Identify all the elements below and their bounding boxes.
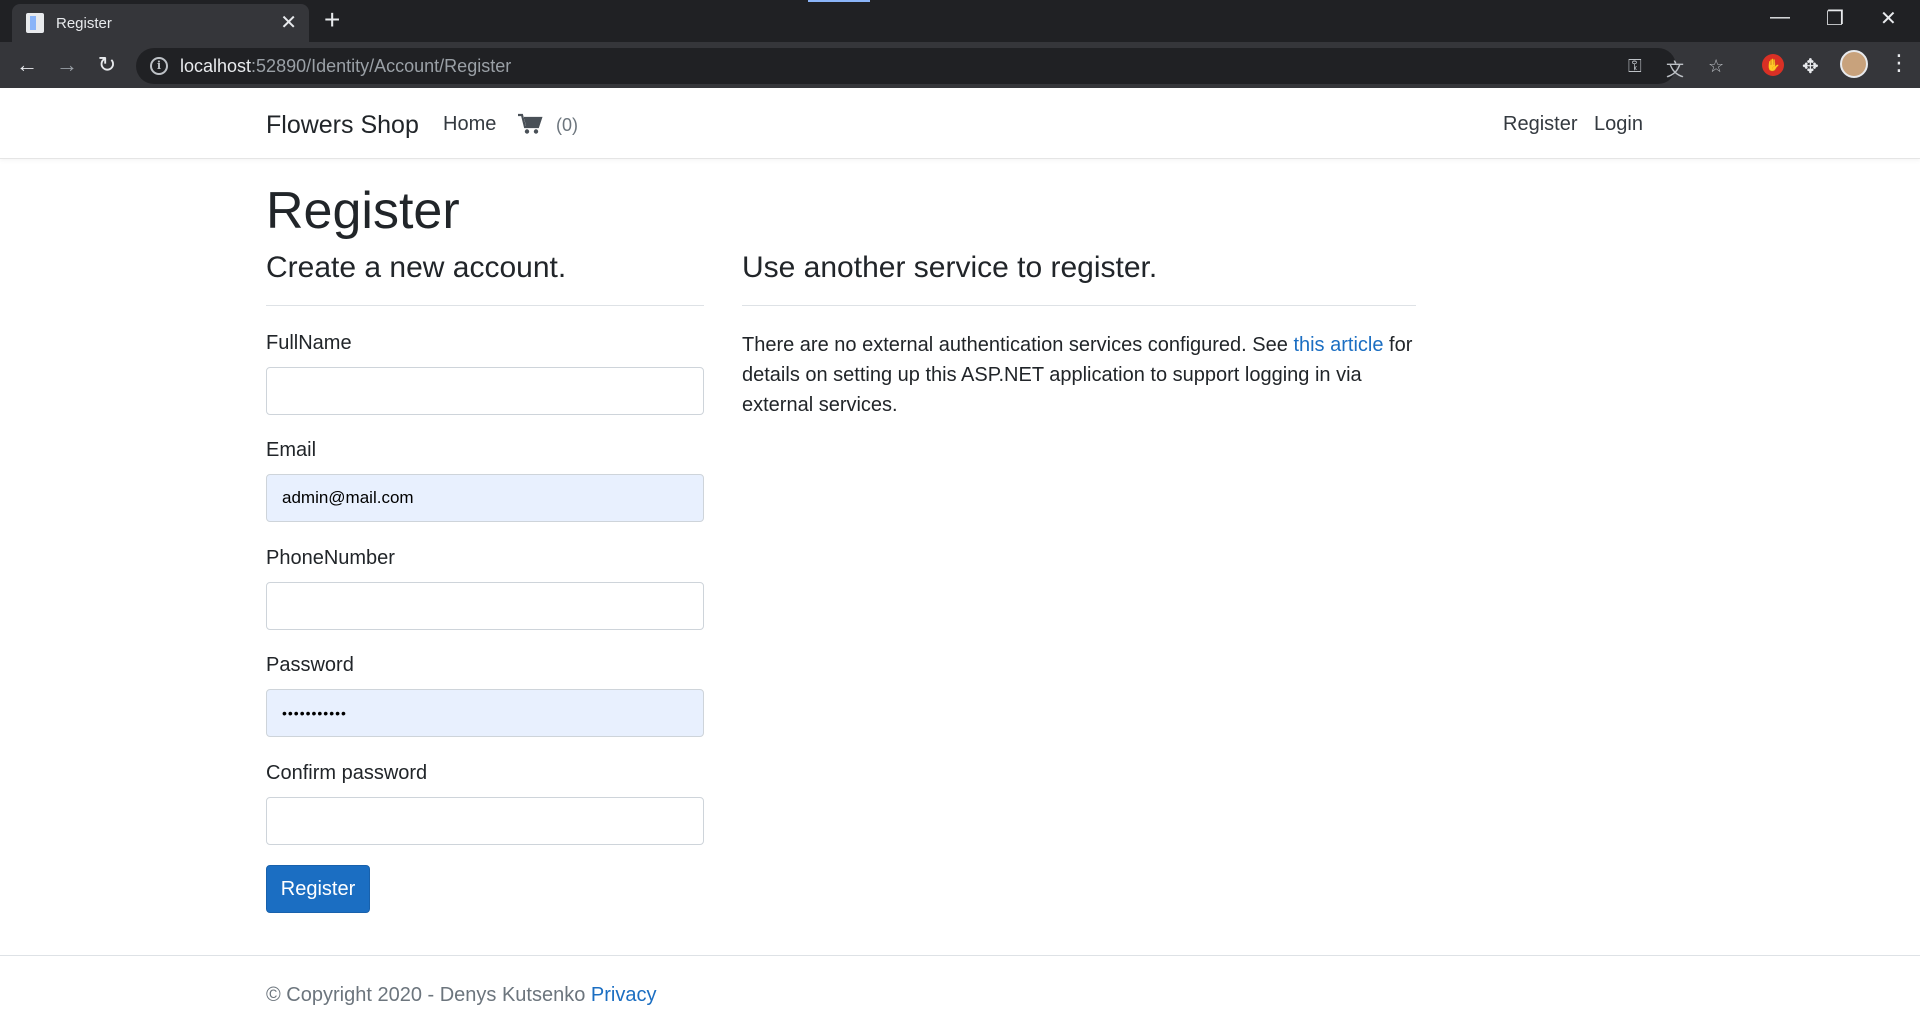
minimize-icon[interactable]: — xyxy=(1770,6,1790,29)
reload-icon[interactable]: ↻ xyxy=(92,52,122,78)
site-navbar: Flowers Shop Home (0) Register Login xyxy=(0,89,1920,159)
password-input[interactable] xyxy=(266,689,704,737)
brand-logo-link[interactable]: Flowers Shop xyxy=(266,111,419,140)
footer-copyright: © Copyright 2020 - Denys Kutsenko Privac… xyxy=(266,984,656,1007)
external-services-message: There are no external authentication ser… xyxy=(742,330,1414,420)
right-divider xyxy=(742,305,1416,306)
profile-avatar[interactable] xyxy=(1840,50,1868,78)
browser-tab[interactable]: Register ✕ xyxy=(12,4,309,42)
translate-icon[interactable]: 文 xyxy=(1666,56,1684,82)
nav-home-link[interactable]: Home xyxy=(443,113,496,136)
forward-icon[interactable]: → xyxy=(52,52,82,78)
password-label: Password xyxy=(266,654,354,676)
nav-login-link[interactable]: Login xyxy=(1594,113,1643,136)
email-input[interactable] xyxy=(266,474,704,522)
shopping-cart-icon[interactable] xyxy=(517,113,543,135)
fullname-label: FullName xyxy=(266,332,352,354)
extension-hand-icon[interactable]: ✋ xyxy=(1762,54,1784,76)
page-title: Register xyxy=(266,182,460,240)
bookmark-star-icon[interactable]: ☆ xyxy=(1708,56,1724,77)
page-favicon-icon xyxy=(26,13,44,33)
copyright-text: © Copyright 2020 - Denys Kutsenko xyxy=(266,984,591,1006)
new-tab-icon[interactable]: + xyxy=(324,6,340,34)
phone-input[interactable] xyxy=(266,582,704,630)
confirm-password-label: Confirm password xyxy=(266,762,428,784)
close-window-icon[interactable]: ✕ xyxy=(1880,6,1897,31)
fullname-input[interactable] xyxy=(266,367,704,415)
external-service-heading: Use another service to register. xyxy=(742,251,1158,284)
key-icon[interactable]: ⚿ xyxy=(1628,56,1642,77)
restore-icon[interactable]: ❐ xyxy=(1826,6,1844,31)
url-text[interactable]: localhost:52890/Identity/Account/Registe… xyxy=(180,56,511,77)
external-text-before: There are no external authentication ser… xyxy=(742,334,1294,356)
address-bar[interactable]: i localhost:52890/Identity/Account/Regis… xyxy=(136,48,1724,84)
phone-label: PhoneNumber xyxy=(266,547,395,569)
register-submit-button[interactable]: Register xyxy=(266,865,370,913)
confirm-password-input[interactable] xyxy=(266,797,704,845)
create-account-heading: Create a new account. xyxy=(266,251,567,284)
cart-count[interactable]: (0) xyxy=(556,115,578,136)
browser-tab-bar: Register ✕ + — ❐ ✕ xyxy=(0,0,1920,42)
back-icon[interactable]: ← xyxy=(12,52,42,78)
left-divider xyxy=(266,305,704,306)
browser-menu-icon[interactable]: ⋮ xyxy=(1888,52,1910,74)
site-info-icon[interactable]: i xyxy=(150,57,168,75)
email-label: Email xyxy=(266,439,317,461)
tab-title: Register xyxy=(56,14,112,32)
privacy-link[interactable]: Privacy xyxy=(591,984,657,1006)
loading-indicator xyxy=(808,0,870,2)
this-article-link[interactable]: this article xyxy=(1293,334,1383,356)
extensions-puzzle-icon[interactable]: ✥ xyxy=(1802,54,1819,79)
nav-register-link[interactable]: Register xyxy=(1503,113,1577,136)
site-footer: © Copyright 2020 - Denys Kutsenko Privac… xyxy=(0,955,1920,1030)
browser-toolbar: ← → ↻ i localhost:52890/Identity/Account… xyxy=(0,42,1920,88)
tab-close-icon[interactable]: ✕ xyxy=(280,13,297,33)
